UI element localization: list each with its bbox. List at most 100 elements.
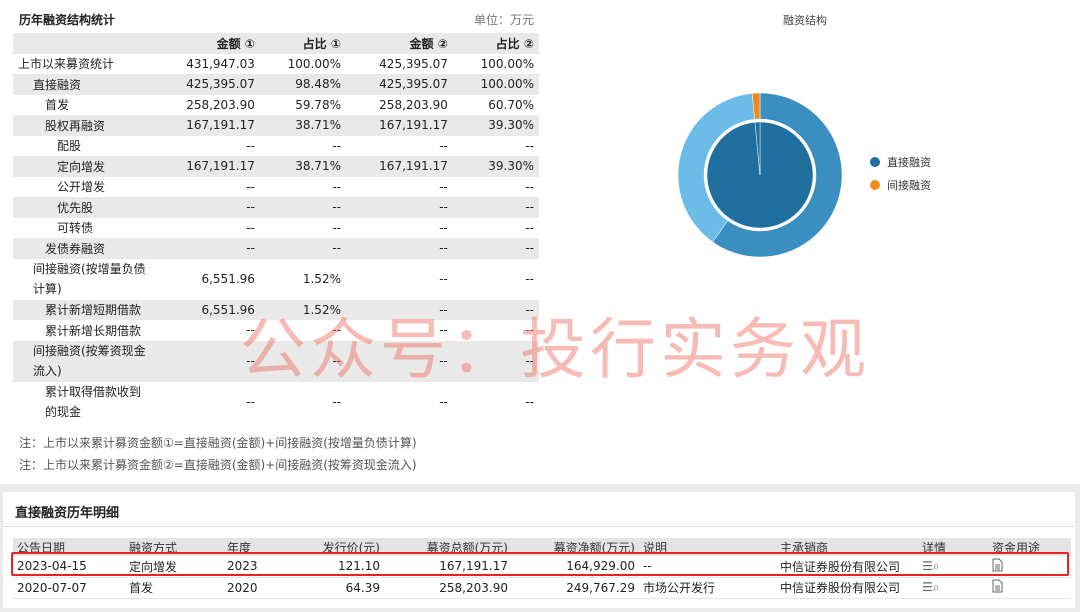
- detail-cell: 市场公开发行: [639, 577, 776, 599]
- row-value: 425,395.07: [186, 77, 255, 92]
- row-value: 167,191.17: [379, 118, 448, 133]
- row-value: --: [525, 272, 534, 286]
- row-value: 425,395.07: [379, 56, 448, 71]
- legend-item-indirect[interactable]: 间接融资: [870, 173, 931, 196]
- detail-cell: 2020: [223, 577, 289, 599]
- row-value: --: [525, 220, 534, 235]
- row-label: 股权再融资: [45, 118, 106, 133]
- detail-row[interactable]: 2020-07-07 首发 2020 64.39 258,203.90 249,767.2…: [13, 577, 1071, 599]
- detail-cell: 64.39: [289, 577, 384, 599]
- row-value: --: [439, 272, 448, 286]
- row-value: 258,203.90: [379, 97, 448, 112]
- header-ratio-2: 占比 ②: [495, 36, 534, 51]
- detail-title: 直接融资历年明细: [15, 506, 120, 521]
- divider: [3, 526, 1075, 527]
- row-value: 39.30%: [488, 159, 534, 174]
- row-value: 167,191.17: [186, 118, 255, 133]
- row-value: 258,203.90: [186, 97, 255, 112]
- highlight-box: [11, 552, 1069, 576]
- header-blank: [13, 33, 153, 54]
- detail-cell: 2020-07-07: [13, 577, 125, 599]
- header-amount-1: 金额 ①: [216, 36, 255, 51]
- row-value: --: [439, 220, 448, 235]
- row-label: 累计新增短期借款: [45, 303, 142, 318]
- row-value: --: [439, 179, 448, 194]
- row-value: --: [439, 200, 448, 215]
- row-value: --: [246, 138, 255, 153]
- row-label: 间接融资(按增量负债计算): [33, 262, 146, 296]
- header-amount-2: 金额 ②: [409, 36, 448, 51]
- legend-label: 间接融资: [887, 178, 931, 192]
- row-label: 累计取得借款收到的现金: [45, 385, 142, 419]
- row-value: 431,947.03: [186, 56, 255, 71]
- row-value: 425,395.07: [379, 77, 448, 92]
- note-1: 注：上市以来累计募资金额①=直接融资(金额)+间接融资(按增量负债计算): [19, 436, 417, 450]
- row-value: 100.00%: [480, 77, 534, 92]
- detail-panel: 直接融资历年明细 公告日期 融资方式 年度 发行价(元) 募资总额(万元) 募资净额(万元…: [3, 492, 1075, 608]
- chart-legend: 直接融资 间接融资: [870, 150, 931, 196]
- row-value: 38.71%: [295, 159, 341, 174]
- row-value: --: [525, 241, 534, 256]
- row-value: --: [246, 241, 255, 256]
- table-row: 首发 258,203.90 59.78% 258,203.90 60.70%: [13, 95, 539, 116]
- row-label: 发债券融资: [45, 241, 106, 256]
- table-row: 优先股 -- -- -- --: [13, 197, 539, 218]
- details-search-icon[interactable]: ☰⌕: [918, 577, 988, 599]
- row-label: 直接融资: [33, 77, 82, 92]
- legend-dot: [870, 179, 880, 190]
- header-ratio-1: 占比 ①: [302, 36, 341, 51]
- row-value: 100.00%: [287, 56, 341, 71]
- row-value: 6,551.96: [201, 272, 255, 286]
- row-label: 上市以来募资统计: [18, 57, 115, 72]
- legend-label: 直接融资: [887, 155, 931, 169]
- row-label: 配股: [57, 139, 82, 154]
- table-row: 公开增发 -- -- -- --: [13, 177, 539, 198]
- row-value: 60.70%: [488, 97, 534, 112]
- row-value: --: [332, 220, 341, 235]
- table-row: 间接融资(按增量负债计算) 6,551.96 1.52% -- --: [13, 259, 539, 300]
- row-value: --: [525, 138, 534, 153]
- table-row: 发债券融资 -- -- -- --: [13, 238, 539, 259]
- table-row: 直接融资 425,395.07 98.48% 425,395.07 100.00%: [13, 74, 539, 95]
- row-value: --: [439, 138, 448, 153]
- row-value: --: [439, 241, 448, 256]
- row-value: --: [332, 241, 341, 256]
- detail-cell: 249,767.29: [512, 577, 639, 599]
- row-label: 公开增发: [57, 180, 106, 195]
- row-label: 可转债: [57, 221, 94, 236]
- table-row: 定向增发 167,191.17 38.71% 167,191.17 39.30%: [13, 156, 539, 177]
- table-header: 金额 ① 占比 ① 金额 ② 占比 ②: [13, 33, 539, 54]
- detail-cell[interactable]: 中信证券股份有限公司: [776, 577, 918, 599]
- row-value: --: [332, 200, 341, 215]
- unit-label: 单位：万元: [473, 13, 534, 27]
- chart-title: 融资结构: [783, 14, 827, 27]
- table-row: 配股 -- -- -- --: [13, 136, 539, 157]
- search-icon: ☰⌕: [922, 580, 940, 594]
- row-value: --: [332, 179, 341, 194]
- row-label: 间接融资(按筹资现金流入): [33, 344, 146, 378]
- row-label: 优先股: [57, 200, 94, 215]
- row-value: 167,191.17: [379, 159, 448, 174]
- legend-dot: [870, 156, 880, 167]
- table-row: 可转债 -- -- -- --: [13, 218, 539, 239]
- row-value: 167,191.17: [186, 159, 255, 174]
- row-value: --: [246, 220, 255, 235]
- panel-title: 历年融资结构统计: [19, 13, 116, 27]
- legend-item-direct[interactable]: 直接融资: [870, 150, 931, 173]
- row-value: --: [332, 138, 341, 153]
- row-value: 100.00%: [480, 56, 534, 71]
- table-row: 股权再融资 167,191.17 38.71% 167,191.17 39.30%: [13, 115, 539, 136]
- row-value: 59.78%: [295, 97, 341, 112]
- detail-cell: 258,203.90: [384, 577, 512, 599]
- row-label: 定向增发: [57, 159, 106, 174]
- row-label: 首发: [45, 98, 70, 113]
- row-value: --: [246, 200, 255, 215]
- row-value: --: [525, 200, 534, 215]
- row-value: 39.30%: [488, 118, 534, 133]
- row-value: --: [246, 179, 255, 194]
- row-value: 1.52%: [302, 272, 341, 286]
- table-row: 上市以来募资统计 431,947.03 100.00% 425,395.07 100.0…: [13, 54, 539, 75]
- fund-usage-document-icon[interactable]: [988, 577, 1071, 599]
- row-value: 38.71%: [295, 118, 341, 133]
- financing-structure-panel: 历年融资结构统计 单位：万元 金额 ① 占比 ① 金额 ② 占比 ② 上市以来募…: [0, 0, 1080, 484]
